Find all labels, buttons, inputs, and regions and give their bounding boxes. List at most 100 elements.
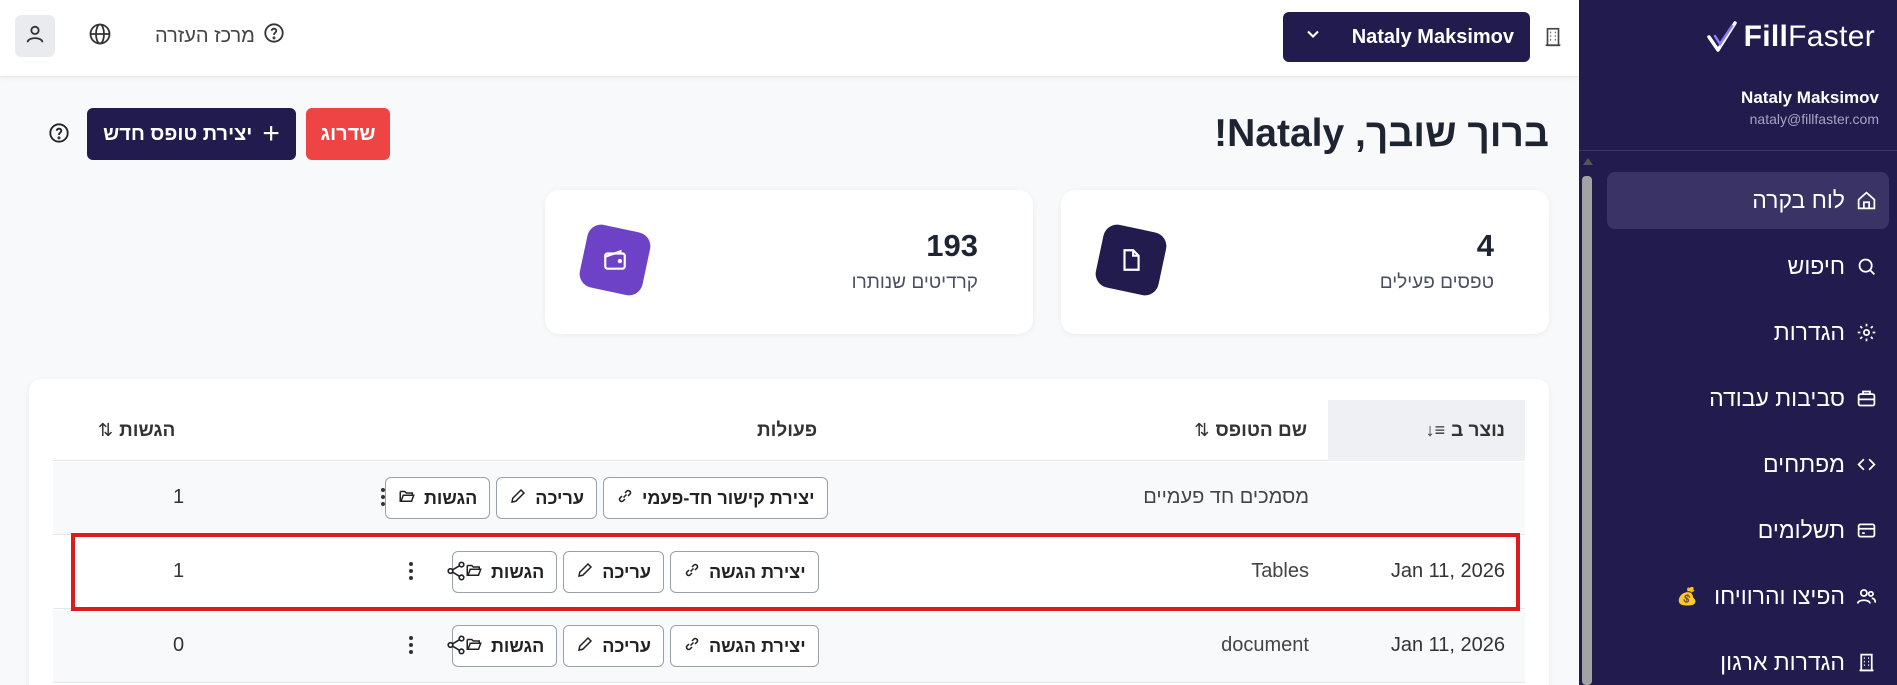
user-icon bbox=[24, 23, 46, 50]
button-label: עריכה bbox=[602, 635, 651, 656]
sidebar-item-label: מפתחים bbox=[1763, 451, 1845, 477]
credits-label: קרדיטים שנותרו bbox=[851, 272, 978, 293]
column-header-label: נוצר ב bbox=[1451, 419, 1505, 441]
question-circle-icon bbox=[48, 123, 70, 148]
user-switcher-label: Nataly Maksimov bbox=[1351, 25, 1514, 48]
create-one-time-link-button[interactable]: יצירת קישור חד-פעמי bbox=[602, 477, 828, 519]
edit-button[interactable]: עריכה bbox=[496, 477, 597, 519]
briefcase-icon bbox=[1855, 388, 1877, 410]
globe-icon bbox=[88, 23, 112, 50]
sidebar: FillFaster Nataly Maksimov nataly@fillfa… bbox=[1579, 0, 1897, 685]
organization-icon[interactable] bbox=[1542, 25, 1564, 54]
sidebar-user-info: Nataly Maksimov nataly@fillfaster.com bbox=[1741, 88, 1879, 127]
credits-value: 193 bbox=[926, 228, 978, 263]
credit-card-icon bbox=[1855, 520, 1877, 542]
sidebar-item-label: לוח בקרה bbox=[1752, 187, 1845, 213]
button-label: הגשות bbox=[424, 487, 478, 508]
profile-button[interactable] bbox=[15, 15, 55, 57]
document-icon bbox=[1093, 222, 1169, 298]
language-button[interactable] bbox=[88, 22, 112, 51]
wallet-icon bbox=[577, 222, 653, 298]
cell-submissions-count: 1 bbox=[173, 486, 185, 508]
cell-submissions-count: 0 bbox=[173, 634, 185, 656]
column-header-label: שם הטופס bbox=[1215, 419, 1307, 441]
share-icon[interactable] bbox=[445, 634, 467, 661]
column-header-label: פעולות bbox=[757, 419, 818, 441]
button-label: יצירת הגשה bbox=[708, 635, 806, 656]
sidebar-item-referral[interactable]: הפיצו והרוויחו 💰 bbox=[1607, 568, 1889, 625]
column-header-name[interactable]: ⇅ שם הטופס bbox=[1194, 400, 1307, 461]
button-label: עריכה bbox=[535, 487, 584, 508]
money-bag-icon: 💰 bbox=[1676, 586, 1699, 606]
sidebar-item-label: תשלומים bbox=[1757, 517, 1845, 543]
link-icon bbox=[683, 635, 701, 658]
user-switcher-dropdown[interactable]: Nataly Maksimov bbox=[1283, 12, 1530, 62]
help-center-link[interactable]: מרכז העזרה bbox=[155, 22, 285, 50]
row-actions: הגשות עריכה יצירת הגשה bbox=[452, 625, 819, 667]
chevron-down-icon bbox=[1303, 24, 1323, 50]
folder-open-icon bbox=[398, 487, 416, 510]
sidebar-user-email: nataly@fillfaster.com bbox=[1749, 111, 1879, 127]
sidebar-item-search[interactable]: חיפוש bbox=[1607, 238, 1889, 295]
credits-card: 193 קרדיטים שנותרו bbox=[545, 190, 1033, 334]
row-actions: הגשות עריכה יצירת קישור חד-פעמי bbox=[385, 477, 828, 519]
help-center-label: מרכז העזרה bbox=[155, 24, 255, 47]
button-label: הגשות bbox=[491, 635, 545, 656]
table-row[interactable]: מסמכים חד פעמיים הגשות עריכה יצירת קישור… bbox=[53, 462, 1525, 535]
folder-open-icon bbox=[465, 635, 483, 658]
logo-check-icon bbox=[1706, 21, 1737, 52]
sidebar-item-label: הגדרות ארגון bbox=[1720, 649, 1845, 675]
button-label: יצירת קישור חד-פעמי bbox=[641, 487, 815, 508]
fillfaster-logo[interactable]: FillFaster bbox=[1706, 20, 1875, 54]
sidebar-user-name: Nataly Maksimov bbox=[1741, 88, 1879, 107]
users-icon bbox=[1855, 586, 1877, 608]
top-bar: Nataly Maksimov מרכז העזרה bbox=[0, 0, 1579, 77]
column-header-actions: פעולות bbox=[757, 400, 817, 461]
help-button[interactable] bbox=[48, 122, 70, 149]
scroll-up-arrow[interactable] bbox=[1583, 158, 1593, 165]
sidebar-item-label: הגדרות bbox=[1773, 319, 1845, 345]
sidebar-divider bbox=[1579, 150, 1897, 151]
cell-form-name[interactable]: מסמכים חד פעמיים bbox=[1143, 486, 1309, 509]
sidebar-item-developers[interactable]: מפתחים bbox=[1607, 436, 1889, 493]
create-form-label: יצירת טופס חדש bbox=[103, 122, 253, 145]
code-icon bbox=[1855, 454, 1877, 476]
brand-name: FillFaster bbox=[1743, 20, 1875, 53]
link-icon bbox=[616, 487, 634, 510]
gear-icon bbox=[1855, 322, 1877, 344]
cell-form-name[interactable]: document bbox=[1221, 634, 1309, 657]
table-row[interactable]: Jan 11, 2026 document הגשות עריכה יצירת … bbox=[53, 610, 1525, 683]
sort-icon: ⇅ bbox=[1194, 420, 1210, 440]
column-header-created[interactable]: ↓≡ נוצר ב bbox=[1328, 400, 1525, 461]
sidebar-item-org-settings[interactable]: הגדרות ארגון bbox=[1607, 634, 1889, 685]
submissions-button[interactable]: הגשות bbox=[385, 477, 491, 519]
forms-table: ↓≡ נוצר ב ⇅ שם הטופס פעולות ⇅ הגשות מסמכ… bbox=[29, 379, 1549, 685]
column-header-submissions[interactable]: ⇅ הגשות bbox=[98, 400, 175, 461]
more-options-icon[interactable] bbox=[409, 636, 413, 657]
search-icon bbox=[1855, 256, 1877, 278]
cell-created-date: Jan 11, 2026 bbox=[1390, 634, 1505, 656]
plus-icon: + bbox=[262, 117, 280, 150]
pencil-icon bbox=[509, 487, 527, 510]
row-highlight-annotation bbox=[71, 533, 1520, 611]
create-submission-button[interactable]: יצירת הגשה bbox=[669, 625, 819, 667]
active-forms-card: 4 טפסים פעילים bbox=[1061, 190, 1549, 334]
submissions-button[interactable]: הגשות bbox=[452, 625, 558, 667]
sort-desc-icon: ↓≡ bbox=[1425, 420, 1446, 440]
sidebar-item-settings[interactable]: הגדרות bbox=[1607, 304, 1889, 361]
sidebar-item-label: סביבות עבודה bbox=[1709, 385, 1845, 411]
scrollbar[interactable] bbox=[1582, 176, 1592, 685]
question-circle-icon bbox=[263, 22, 285, 50]
pencil-icon bbox=[576, 635, 594, 658]
home-icon bbox=[1855, 190, 1877, 212]
page-title: ברוך שובך, Nataly! bbox=[1214, 112, 1549, 155]
create-form-button[interactable]: יצירת טופס חדש + bbox=[87, 108, 296, 160]
edit-button[interactable]: עריכה bbox=[563, 625, 664, 667]
sidebar-item-dashboard[interactable]: לוח בקרה bbox=[1607, 172, 1889, 229]
upgrade-button[interactable]: שדרוג bbox=[306, 108, 390, 160]
sidebar-item-payments[interactable]: תשלומים bbox=[1607, 502, 1889, 559]
sidebar-item-workspaces[interactable]: סביבות עבודה bbox=[1607, 370, 1889, 427]
table-header: ↓≡ נוצר ב ⇅ שם הטופס פעולות ⇅ הגשות bbox=[53, 400, 1525, 461]
more-options-icon[interactable] bbox=[381, 488, 385, 509]
sidebar-nav: לוח בקרה חיפוש הגדרות סביבות עבודה מפתחי… bbox=[1607, 172, 1889, 685]
